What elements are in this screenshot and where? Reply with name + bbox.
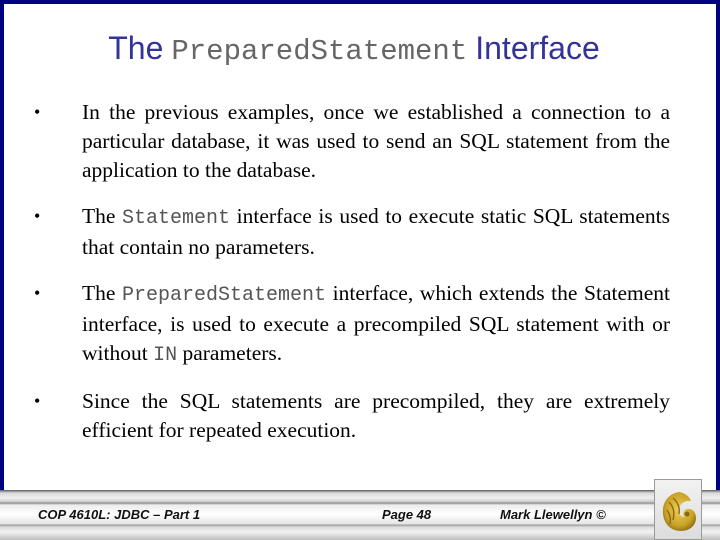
title-suffix: Interface	[475, 30, 600, 66]
code-statement: Statement	[122, 207, 231, 230]
bullet-marker: •	[34, 391, 41, 411]
pegasus-logo-icon	[662, 492, 696, 531]
title-code: PreparedStatement	[171, 35, 468, 68]
bullet-item: • Since the SQL statements are precompil…	[34, 387, 670, 445]
bullet-list: • In the previous examples, once we esta…	[34, 98, 670, 462]
title-prefix: The	[108, 30, 164, 66]
bullet-item: • The Statement interface is used to exe…	[34, 202, 670, 262]
bullet-text: parameters.	[177, 341, 283, 365]
logo-box	[654, 479, 702, 540]
bullet-text: The	[82, 281, 123, 305]
slide-frame: The PreparedStatement Interface • In the…	[0, 0, 720, 495]
bullet-text: Since the SQL statements are precompiled…	[82, 389, 670, 442]
footer-course: COP 4610L: JDBC – Part 1	[38, 507, 201, 522]
bullet-marker: •	[34, 283, 41, 303]
footer-page-number: Page 48	[382, 507, 432, 522]
bullet-marker: •	[34, 102, 41, 122]
bullet-marker: •	[34, 206, 41, 226]
bullet-text: In the previous examples, once we establ…	[82, 100, 670, 182]
bullet-text: The	[82, 204, 123, 228]
code-in: IN	[153, 344, 178, 367]
slide-title: The PreparedStatement Interface	[4, 30, 704, 68]
bullet-item: • The PreparedStatement interface, which…	[34, 279, 670, 370]
code-prepared-statement: PreparedStatement	[122, 284, 327, 307]
footer-bar: COP 4610L: JDBC – Part 1 Page 48 Mark Ll…	[0, 490, 720, 540]
bullet-item: • In the previous examples, once we esta…	[34, 98, 670, 185]
footer-author: Mark Llewellyn ©	[500, 507, 606, 522]
